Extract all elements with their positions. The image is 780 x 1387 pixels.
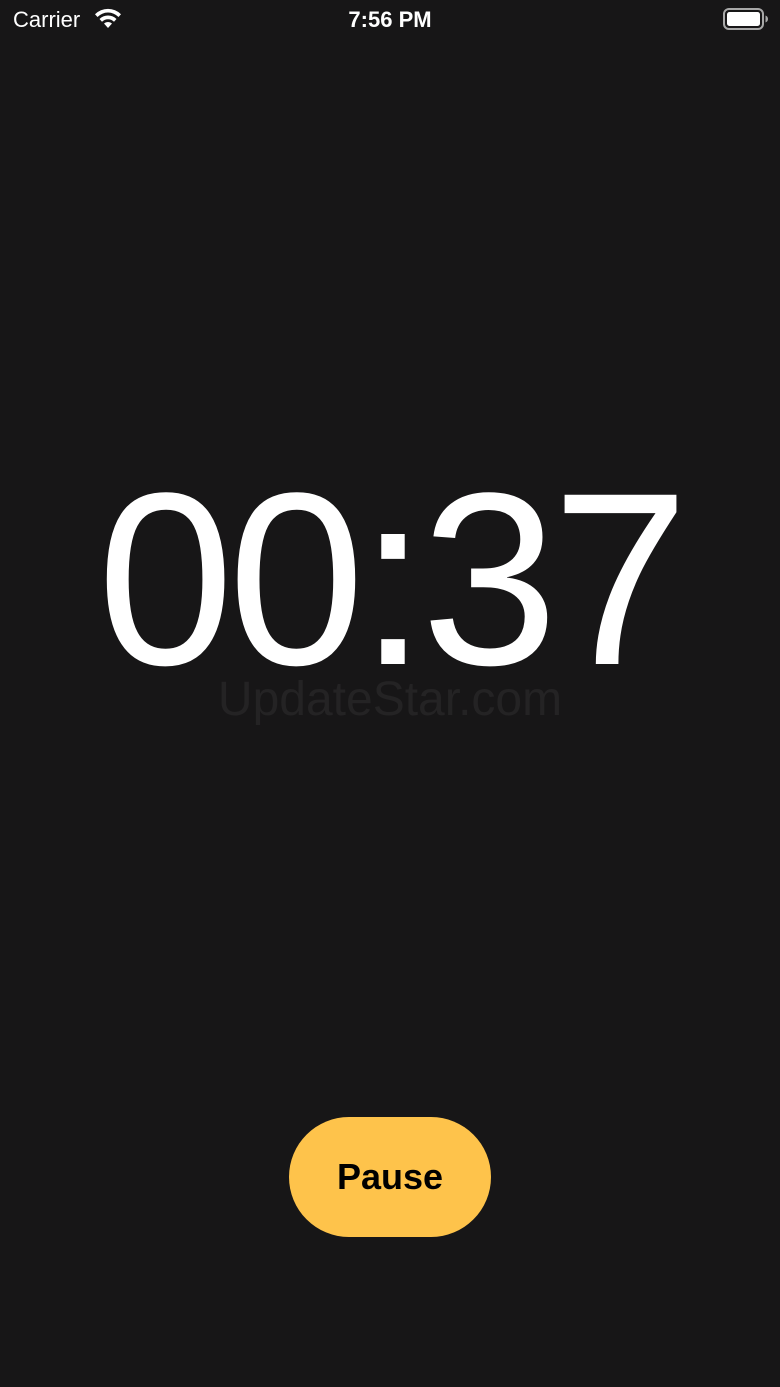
timer-screen: Carrier 7:56 PM 00:37 UpdateStar.com Pau… bbox=[0, 0, 780, 1387]
timer-display: 00:37 bbox=[97, 442, 689, 717]
pause-button[interactable]: Pause bbox=[289, 1117, 491, 1237]
status-time: 7:56 PM bbox=[348, 7, 432, 32]
status-bar: Carrier 7:56 PM bbox=[0, 0, 780, 40]
watermark: UpdateStar.com bbox=[217, 673, 563, 726]
battery-icon bbox=[723, 8, 768, 30]
